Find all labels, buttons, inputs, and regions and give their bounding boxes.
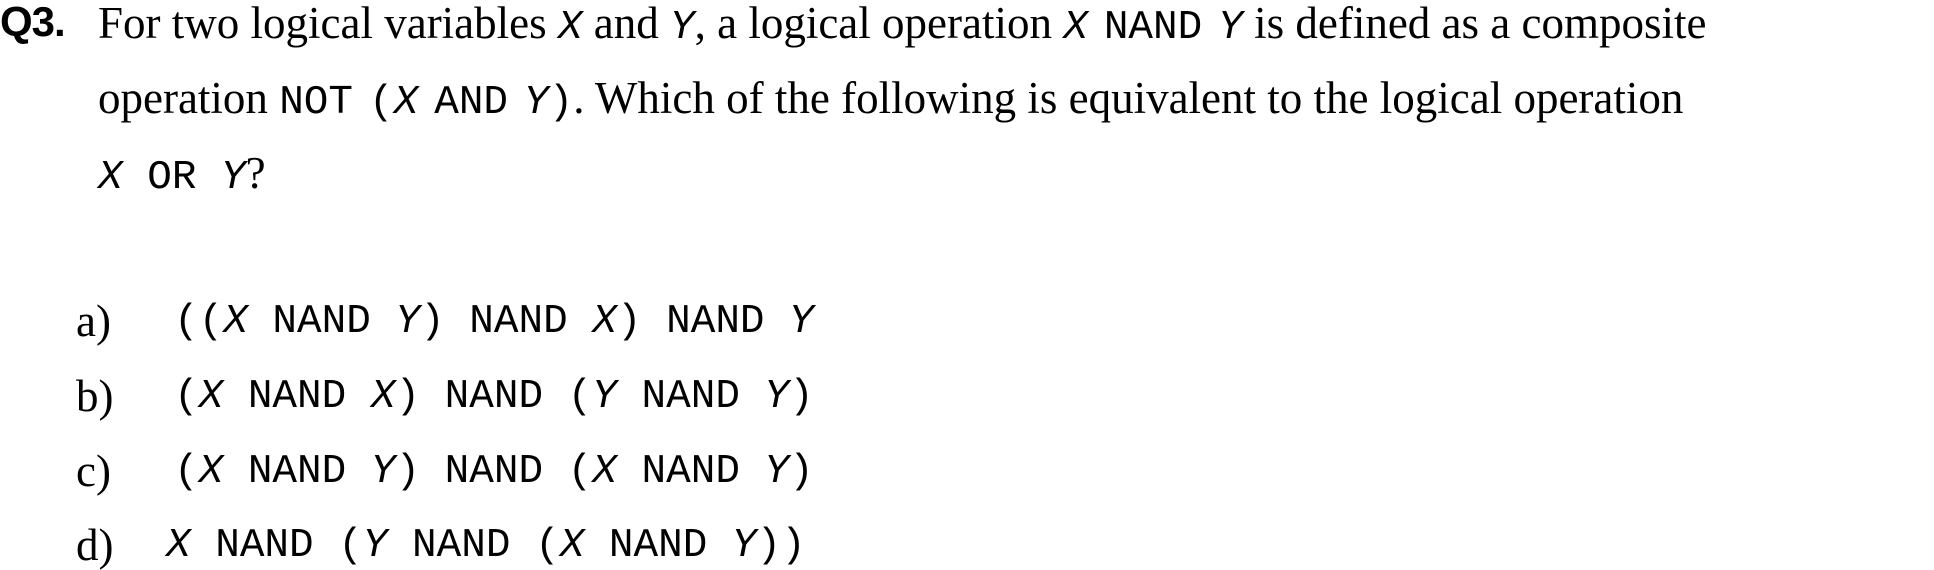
variable-x: X <box>223 299 248 345</box>
variable-x: X <box>198 374 224 420</box>
expr-token: ) <box>789 449 814 495</box>
option-expression: (X NAND X) NAND (Y NAND Y) <box>174 375 814 419</box>
operator-nand: NAND <box>1103 5 1203 51</box>
expr-token: )) <box>756 523 806 569</box>
variable-x: X <box>592 299 617 345</box>
variable-y: Y <box>669 5 695 51</box>
text-segment: is defined as a composite <box>1242 0 1707 48</box>
operator-and: AND <box>434 80 509 126</box>
expr-token: NAND <box>616 449 765 495</box>
variable-y: Y <box>731 523 757 569</box>
variable-y: Y <box>395 299 421 345</box>
expr-token: NAND ( <box>190 523 363 569</box>
question-text-line-2: operation NOT (X AND Y). Which of the follo… <box>98 75 1683 126</box>
variable-x: X <box>1063 5 1088 51</box>
text-segment: ? <box>245 148 266 198</box>
expr-token: NAND <box>247 299 396 345</box>
operator-or-label: OR <box>147 155 197 201</box>
variable-y: Y <box>789 299 814 345</box>
text-segment: , a logical operation <box>694 0 1064 48</box>
option-letter: a) <box>76 296 111 346</box>
variable-x: X <box>559 523 585 569</box>
option-letter: d) <box>76 520 114 570</box>
variable-y: Y <box>524 80 549 126</box>
expr-token: ) <box>789 374 814 420</box>
operator-or: OR <box>123 155 221 201</box>
variable-x: X <box>393 80 419 126</box>
operator-not: NOT <box>279 80 353 126</box>
expr-token: ) NAND <box>420 299 593 345</box>
paren-open: ( <box>369 80 394 126</box>
paren-close: ) <box>548 80 574 126</box>
text-segment: . Which of the following is equivalent t… <box>573 73 1684 123</box>
variable-y: Y <box>764 449 790 495</box>
variable-y: Y <box>370 449 396 495</box>
text-segment: and <box>582 0 670 48</box>
variable-x: X <box>370 374 396 420</box>
variable-y: Y <box>592 374 617 420</box>
expr-token: ) NAND <box>616 299 790 345</box>
question-text-line-1: For two logical variables X and Y, a log… <box>98 0 1706 51</box>
expr-token: NAND <box>223 374 371 420</box>
expr-token: ) NAND ( <box>395 449 593 495</box>
variable-y: Y <box>1218 5 1243 51</box>
text-segment: operation <box>98 73 280 123</box>
expr-token: (( <box>174 299 224 345</box>
question-text-line-3: X OR Y? <box>98 150 266 201</box>
variable-y: Y <box>221 155 246 201</box>
text-segment: For two logical variables <box>98 0 558 48</box>
expr-token: NAND <box>223 449 371 495</box>
option-expression: (X NAND Y) NAND (X NAND Y) <box>174 450 814 494</box>
expr-token: ( <box>174 449 199 495</box>
variable-y: Y <box>764 374 790 420</box>
option-letter: b) <box>76 371 114 421</box>
expr-token: NAND <box>616 374 765 420</box>
variable-x: X <box>198 449 224 495</box>
variable-x: X <box>166 523 191 569</box>
expr-token: NAND <box>584 523 732 569</box>
variable-x: X <box>592 449 617 495</box>
expr-token: ) NAND ( <box>395 374 593 420</box>
option-expression: ((X NAND Y) NAND X) NAND Y <box>174 300 814 344</box>
expr-token: ( <box>174 374 199 420</box>
variable-x: X <box>98 155 123 201</box>
option-letter: c) <box>76 446 111 496</box>
expr-token: NAND ( <box>387 523 560 569</box>
option-expression: X NAND (Y NAND (X NAND Y)) <box>166 524 806 568</box>
variable-x: X <box>557 5 583 51</box>
question-number: Q3. <box>0 0 66 45</box>
variable-y: Y <box>362 523 388 569</box>
